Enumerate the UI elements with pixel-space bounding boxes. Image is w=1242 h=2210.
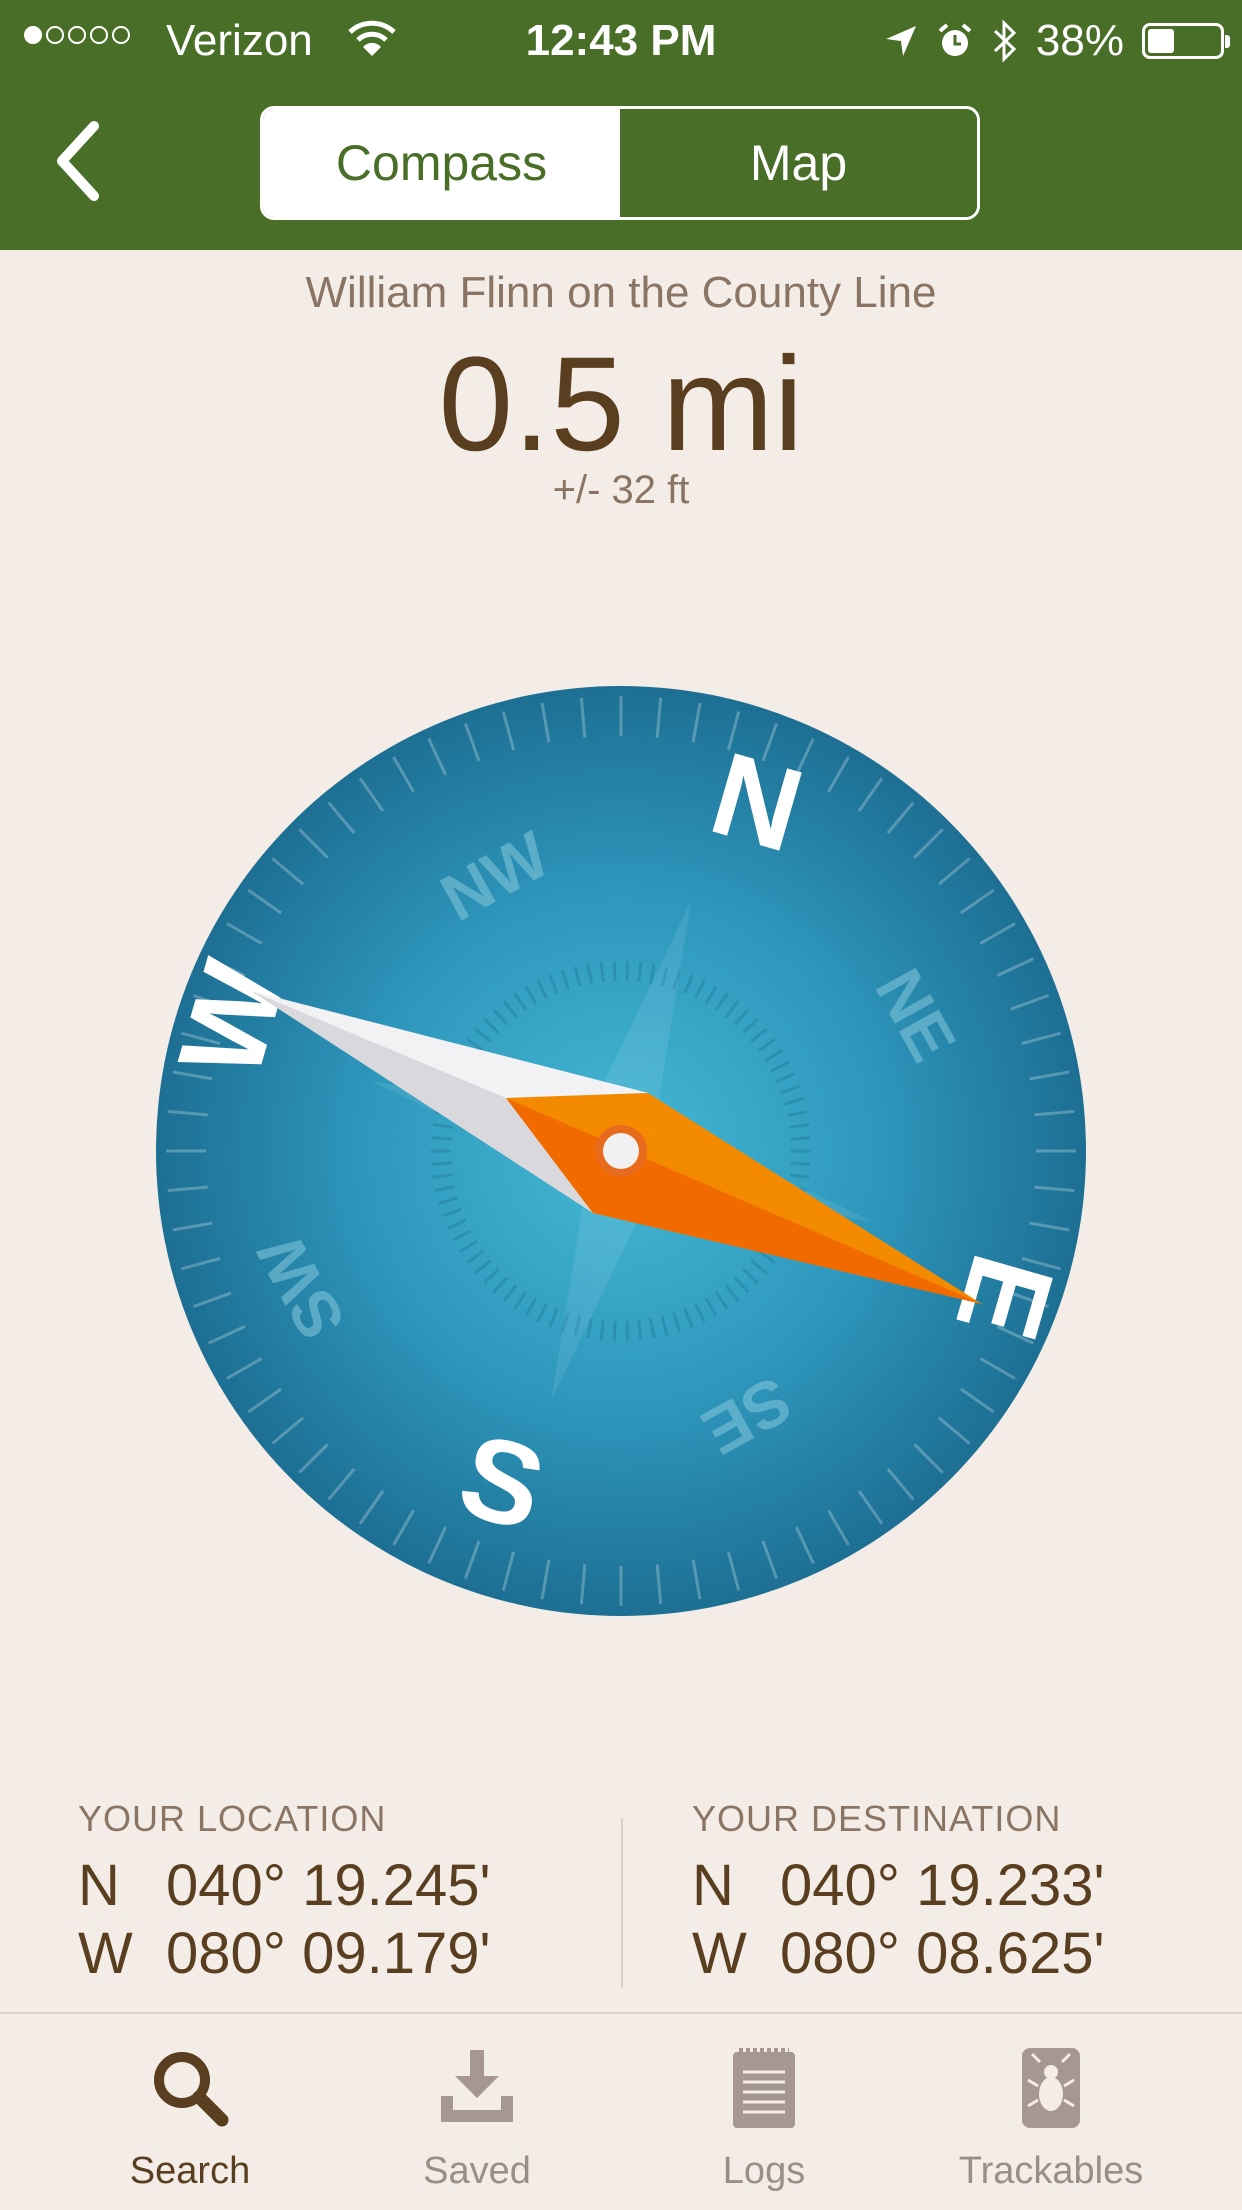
tab-saved-label: Saved	[423, 2150, 531, 2192]
your-location-lat: N 040° 19.245'	[78, 1853, 491, 1918]
battery-percentage: 38%	[1035, 16, 1124, 65]
dial-inner-tick	[612, 961, 617, 982]
dial-inner-tick	[612, 1320, 617, 1341]
status-right-group: 38%	[884, 16, 1230, 66]
dial-inner-tick	[625, 961, 630, 982]
segment-map[interactable]: Map	[620, 109, 977, 217]
back-button[interactable]	[48, 116, 108, 206]
dial-inner-tick	[625, 1320, 630, 1341]
download-icon	[441, 2050, 513, 2122]
tab-logs[interactable]: Logs	[609, 2014, 919, 2210]
your-location-lon: W 080° 09.179'	[78, 1921, 491, 1986]
tab-trackables-label: Trackables	[958, 2150, 1144, 2192]
tab-search[interactable]: Search	[35, 2014, 345, 2210]
bug-icon	[1022, 2048, 1080, 2128]
tab-trackables[interactable]: Trackables	[896, 2014, 1206, 2210]
status-bar: Verizon 12:43 PM 38%	[0, 0, 1242, 86]
dial-inner-tick	[637, 1319, 643, 1341]
tab-saved[interactable]: Saved	[322, 2014, 632, 2210]
gps-accuracy: +/- 32 ft	[552, 468, 690, 512]
your-destination-lon: W 080° 08.625'	[692, 1921, 1105, 1986]
navigation-bar: Verizon 12:43 PM 38% Compass Map	[0, 0, 1242, 250]
dial-inner-tick	[431, 1136, 452, 1141]
distance-value: 0.5 mi	[438, 330, 804, 479]
dial-inner-tick	[637, 961, 643, 983]
dial-inner-tick	[599, 961, 605, 983]
dial-inner-tick	[431, 1161, 452, 1166]
compass-dial: N S E W NW NE SW SE	[156, 686, 1086, 1616]
chevron-left-icon	[57, 121, 99, 201]
your-destination: YOUR DESTINATION N 040° 19.233' W 080° 0…	[692, 1798, 1105, 1984]
alarm-icon	[938, 23, 972, 56]
your-destination-label: YOUR DESTINATION	[692, 1798, 1062, 1839]
tab-logs-label: Logs	[722, 2150, 806, 2192]
dial-inner-tick	[790, 1136, 811, 1141]
dial-inner-tick	[790, 1161, 811, 1166]
view-segmented-control: Compass Map	[260, 106, 980, 220]
location-arrow-icon	[885, 26, 916, 56]
segment-compass[interactable]: Compass	[263, 109, 620, 217]
cache-name: William Flinn on the County Line	[305, 268, 937, 317]
your-location-label: YOUR LOCATION	[78, 1798, 387, 1839]
coord-divider	[621, 1818, 623, 1988]
your-location: YOUR LOCATION N 040° 19.245' W 080° 09.1…	[78, 1798, 491, 1984]
bluetooth-icon	[993, 19, 1017, 63]
battery-icon	[1142, 23, 1230, 59]
tab-search-label: Search	[129, 2150, 251, 2192]
search-icon	[154, 2052, 229, 2127]
tab-bar: Search Saved Logs Trackables	[0, 2012, 1242, 2210]
dial-inner-tick	[599, 1319, 605, 1341]
notepad-icon	[733, 2048, 795, 2128]
your-destination-lat: N 040° 19.233'	[692, 1853, 1105, 1918]
